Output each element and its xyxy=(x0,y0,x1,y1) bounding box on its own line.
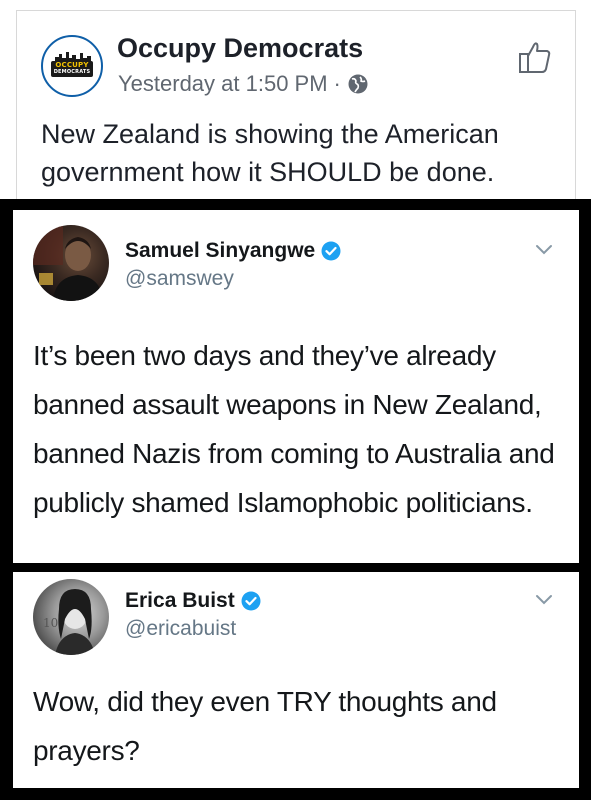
globe-icon[interactable] xyxy=(347,73,369,95)
facebook-post-card: OCCUPY DEMOCRATS Occupy Democrats Yester… xyxy=(16,10,576,207)
chevron-down-icon[interactable] xyxy=(535,594,553,606)
logo-line-2: DEMOCRATS xyxy=(53,69,91,75)
display-name[interactable]: Erica Buist xyxy=(125,589,261,613)
user-handle[interactable]: @samswey xyxy=(125,267,234,291)
logo-badge: OCCUPY DEMOCRATS xyxy=(51,61,93,77)
avatar[interactable] xyxy=(33,225,109,301)
tweet-text: It’s been two days and they’ve already b… xyxy=(33,340,555,518)
person-silhouette-icon xyxy=(33,225,103,301)
post-text: New Zealand is showing the American gove… xyxy=(41,119,499,187)
page-avatar[interactable]: OCCUPY DEMOCRATS xyxy=(41,35,103,97)
post-timestamp[interactable]: Yesterday at 1:50 PM xyxy=(118,71,328,97)
meta-separator: · xyxy=(333,71,341,96)
person-silhouette-icon: 10 xyxy=(43,589,95,655)
tweet-card: 10 Erica Buist @ericabuist Wow, did they… xyxy=(13,572,579,788)
tweet-text: Wow, did they even TRY thoughts and pray… xyxy=(33,686,497,766)
user-handle[interactable]: @ericabuist xyxy=(125,617,236,641)
verified-badge-icon xyxy=(321,241,341,261)
chevron-down-icon[interactable] xyxy=(535,244,553,256)
display-name-text: Samuel Sinyangwe xyxy=(125,239,316,262)
display-name-text: Erica Buist xyxy=(125,589,235,612)
svg-text:10: 10 xyxy=(43,616,58,630)
display-name[interactable]: Samuel Sinyangwe xyxy=(125,239,341,263)
verified-badge-icon xyxy=(241,591,261,611)
tweet-screenshot-frame: Samuel Sinyangwe @samswey It’s been two … xyxy=(0,199,591,800)
logo-line-1: OCCUPY xyxy=(55,61,89,69)
avatar[interactable]: 10 xyxy=(33,579,109,655)
tweet-card: Samuel Sinyangwe @samswey It’s been two … xyxy=(13,210,579,563)
thumbs-up-icon[interactable] xyxy=(517,39,553,75)
page-name-link[interactable]: Occupy Democrats xyxy=(117,33,363,64)
post-meta: Yesterday at 1:50 PM · xyxy=(118,71,369,97)
